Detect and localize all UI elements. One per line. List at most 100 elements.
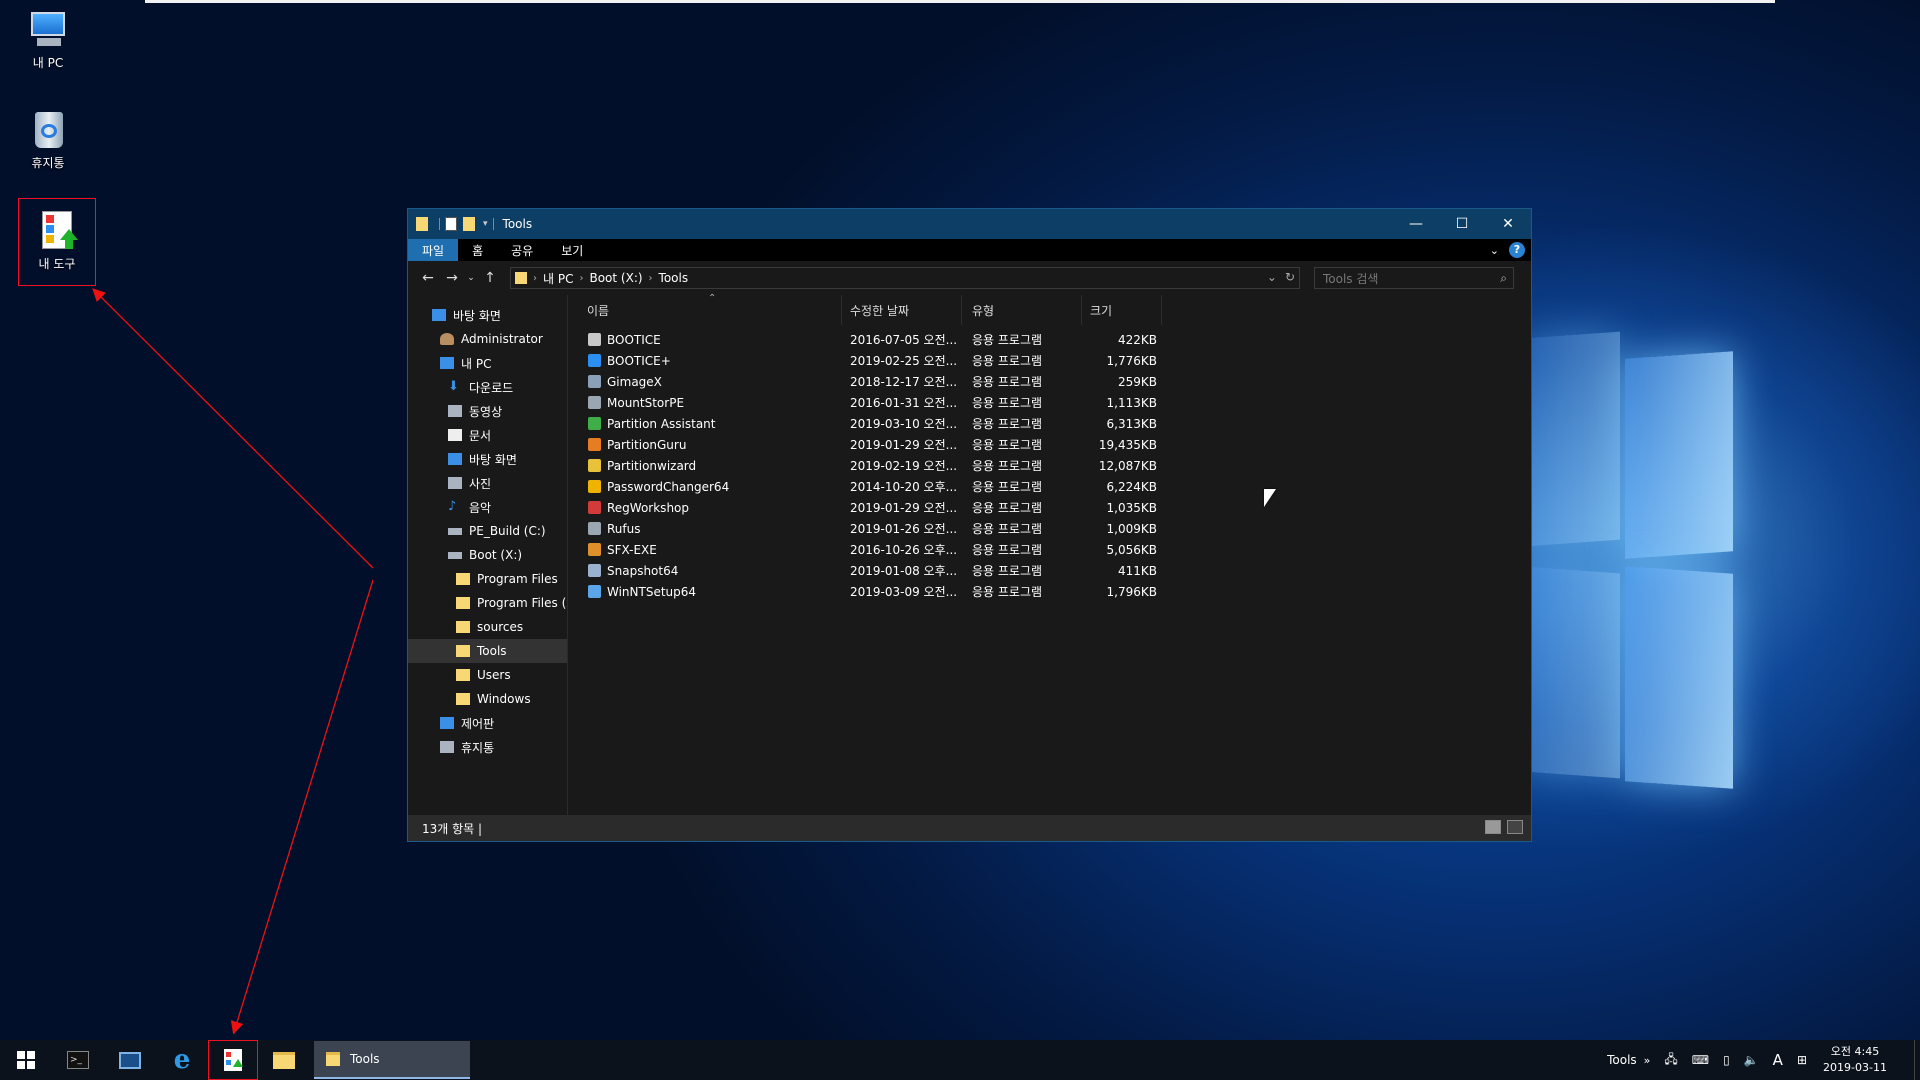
file-type: 응용 프로그램 [972,438,1043,452]
refresh-icon[interactable]: ↻ [1285,270,1295,284]
tree-item-desktop-2[interactable]: 바탕 화면 [408,447,567,471]
application-icon [588,438,601,451]
file-size: 411KB [1117,563,1157,578]
tree-item-control-panel[interactable]: 제어판 [408,711,567,735]
file-row[interactable]: GimageX 2018-12-17 오전... 응용 프로그램 259KB [568,371,1531,392]
file-row[interactable]: BOOTICE+ 2019-02-25 오전... 응용 프로그램 1,776KB [568,350,1531,371]
address-bar[interactable]: › 내 PC › Boot (X:) › Tools ⌄ ↻ [510,267,1300,289]
tree-item-recycle-bin[interactable]: 휴지통 [408,735,567,759]
tab-file[interactable]: 파일 [408,239,459,261]
tree-item-desktop[interactable]: 바탕 화면 [408,303,567,327]
taskbar-my-tools[interactable] [208,1040,258,1080]
folder-icon [456,693,470,705]
ime-mode-icon[interactable]: ⊞ [1797,1053,1807,1067]
usb-icon[interactable]: ▯ [1723,1053,1730,1067]
taskbar-internet-explorer[interactable]: e [156,1040,208,1080]
recent-locations-icon[interactable]: ⌄ [464,273,478,283]
file-row[interactable]: Snapshot64 2019-01-08 오후... 응용 프로그램 411KB [568,560,1531,581]
clock[interactable]: 오전 4:45 2019-03-11 [1814,1044,1896,1076]
application-icon [588,333,601,346]
tree-item-sources[interactable]: sources [408,615,567,639]
help-icon[interactable]: ? [1509,242,1525,258]
title-bar[interactable]: ▾ Tools — ☐ ✕ [408,209,1531,239]
tree-item-documents[interactable]: 문서 [408,423,567,447]
taskbar-command-prompt[interactable]: >_ [52,1040,104,1080]
tree-item-my-pc[interactable]: 내 PC [408,351,567,375]
application-icon [588,501,601,514]
file-row[interactable]: WinNTSetup64 2019-03-09 오전... 응용 프로그램 1,796… [568,581,1531,602]
folder-icon [456,645,470,657]
column-header-type[interactable]: 유형 [962,295,1082,325]
column-header-size[interactable]: 크기 [1082,295,1162,325]
tree-item-downloads[interactable]: ⬇ 다운로드 [408,375,567,399]
tree-item-users[interactable]: Users [408,663,567,687]
close-button[interactable]: ✕ [1485,209,1531,239]
tree-item-program-files[interactable]: Program Files [408,567,567,591]
tab-view[interactable]: 보기 [547,239,597,261]
column-header-name[interactable]: 이름 [568,295,842,325]
forward-arrow-icon[interactable]: → [440,270,464,286]
file-list: ⌃ 이름 수정한 날짜 유형 크기 BOOTICE 2016-07-05 오전..… [568,293,1531,815]
file-row[interactable]: Partitionwizard 2019-02-19 오전... 응용 프로그램 12… [568,455,1531,476]
file-row[interactable]: RegWorkshop 2019-01-29 오전... 응용 프로그램 1,035K… [568,497,1531,518]
tree-item-administrator[interactable]: Administrator [408,327,567,351]
back-arrow-icon[interactable]: ← [416,270,440,286]
details-view-button[interactable] [1485,820,1501,834]
folder-icon [456,573,470,585]
search-input[interactable]: Tools 검색 ⌕ [1314,267,1514,289]
tab-share[interactable]: 공유 [497,239,547,261]
tree-item-windows[interactable]: Windows [408,687,567,711]
tab-home[interactable]: 홈 [458,239,497,261]
file-type: 응용 프로그램 [972,459,1043,473]
volume-icon[interactable]: 🔈 [1744,1053,1759,1067]
maximize-button[interactable]: ☐ [1439,209,1485,239]
keyboard-icon[interactable]: ⌨ [1692,1053,1709,1067]
file-row[interactable]: PartitionGuru 2019-01-29 오전... 응용 프로그램 19,4… [568,434,1531,455]
show-desktop-button[interactable] [1914,1040,1920,1080]
desktop-icon-my-pc[interactable]: 내 PC [10,8,86,71]
tray-toolbar-tools[interactable]: Tools [1607,1053,1637,1067]
file-size: 5,056KB [1106,542,1157,557]
breadcrumb-tools[interactable]: Tools [659,271,689,285]
tree-item-music[interactable]: ♪ 음악 [408,495,567,519]
taskbar-window-tools[interactable]: Tools [314,1041,470,1079]
tree-item-tools[interactable]: Tools [408,639,567,663]
drive-icon [448,527,462,535]
tree-item-videos[interactable]: 동영상 [408,399,567,423]
file-row[interactable]: Rufus 2019-01-26 오전... 응용 프로그램 1,009KB [568,518,1531,539]
file-row[interactable]: SFX-EXE 2016-10-26 오후... 응용 프로그램 5,056KB [568,539,1531,560]
file-row[interactable]: BOOTICE 2016-07-05 오전... 응용 프로그램 422KB [568,329,1531,350]
column-header-date[interactable]: 수정한 날짜 [842,295,962,325]
taskbar-monitor-app[interactable] [104,1040,156,1080]
network-icon[interactable]: 🖧 [1664,1050,1677,1071]
minimize-button[interactable]: — [1393,209,1439,239]
file-name-cell: BOOTICE+ [568,354,842,368]
expand-ribbon-icon[interactable]: ⌄ [1490,244,1499,257]
tree-item-pictures[interactable]: 사진 [408,471,567,495]
file-row[interactable]: Partition Assistant 2019-03-10 오전... 응용 프로… [568,413,1531,434]
toolbar-chevron-icon[interactable]: » [1644,1054,1651,1067]
start-button[interactable] [0,1040,52,1080]
breadcrumb-boot-drive[interactable]: Boot (X:) [589,271,642,285]
search-icon[interactable]: ⌕ [1500,271,1507,286]
new-folder-icon[interactable] [463,217,475,231]
large-icons-view-button[interactable] [1507,820,1523,834]
file-size: 259KB [1117,374,1157,389]
tree-item-pe-build-drive[interactable]: PE_Build (C:) [408,519,567,543]
desktop-icon-my-tools[interactable]: 내 도구 [18,198,96,286]
tree-item-program-files-x86[interactable]: Program Files (x [408,591,567,615]
taskbar-file-explorer[interactable] [258,1040,310,1080]
desktop-icon-recycle-bin[interactable]: 휴지통 [10,108,86,171]
tree-item-boot-drive[interactable]: Boot (X:) [408,543,567,567]
windows-start-icon [17,1051,35,1069]
address-dropdown-icon[interactable]: ⌄ [1267,270,1277,284]
up-arrow-icon[interactable]: ↑ [478,270,502,286]
breadcrumb-my-pc[interactable]: 내 PC [543,270,573,287]
drive-icon [448,551,462,559]
ime-indicator[interactable]: A [1773,1051,1783,1069]
properties-icon[interactable] [445,217,457,231]
quick-access-dropdown-icon[interactable]: ▾ [483,219,488,229]
file-row[interactable]: MountStorPE 2016-01-31 오전... 응용 프로그램 1,113K… [568,392,1531,413]
status-bar: 13개 항목 | [408,815,1531,841]
file-row[interactable]: PasswordChanger64 2014-10-20 오후... 응용 프로그램… [568,476,1531,497]
